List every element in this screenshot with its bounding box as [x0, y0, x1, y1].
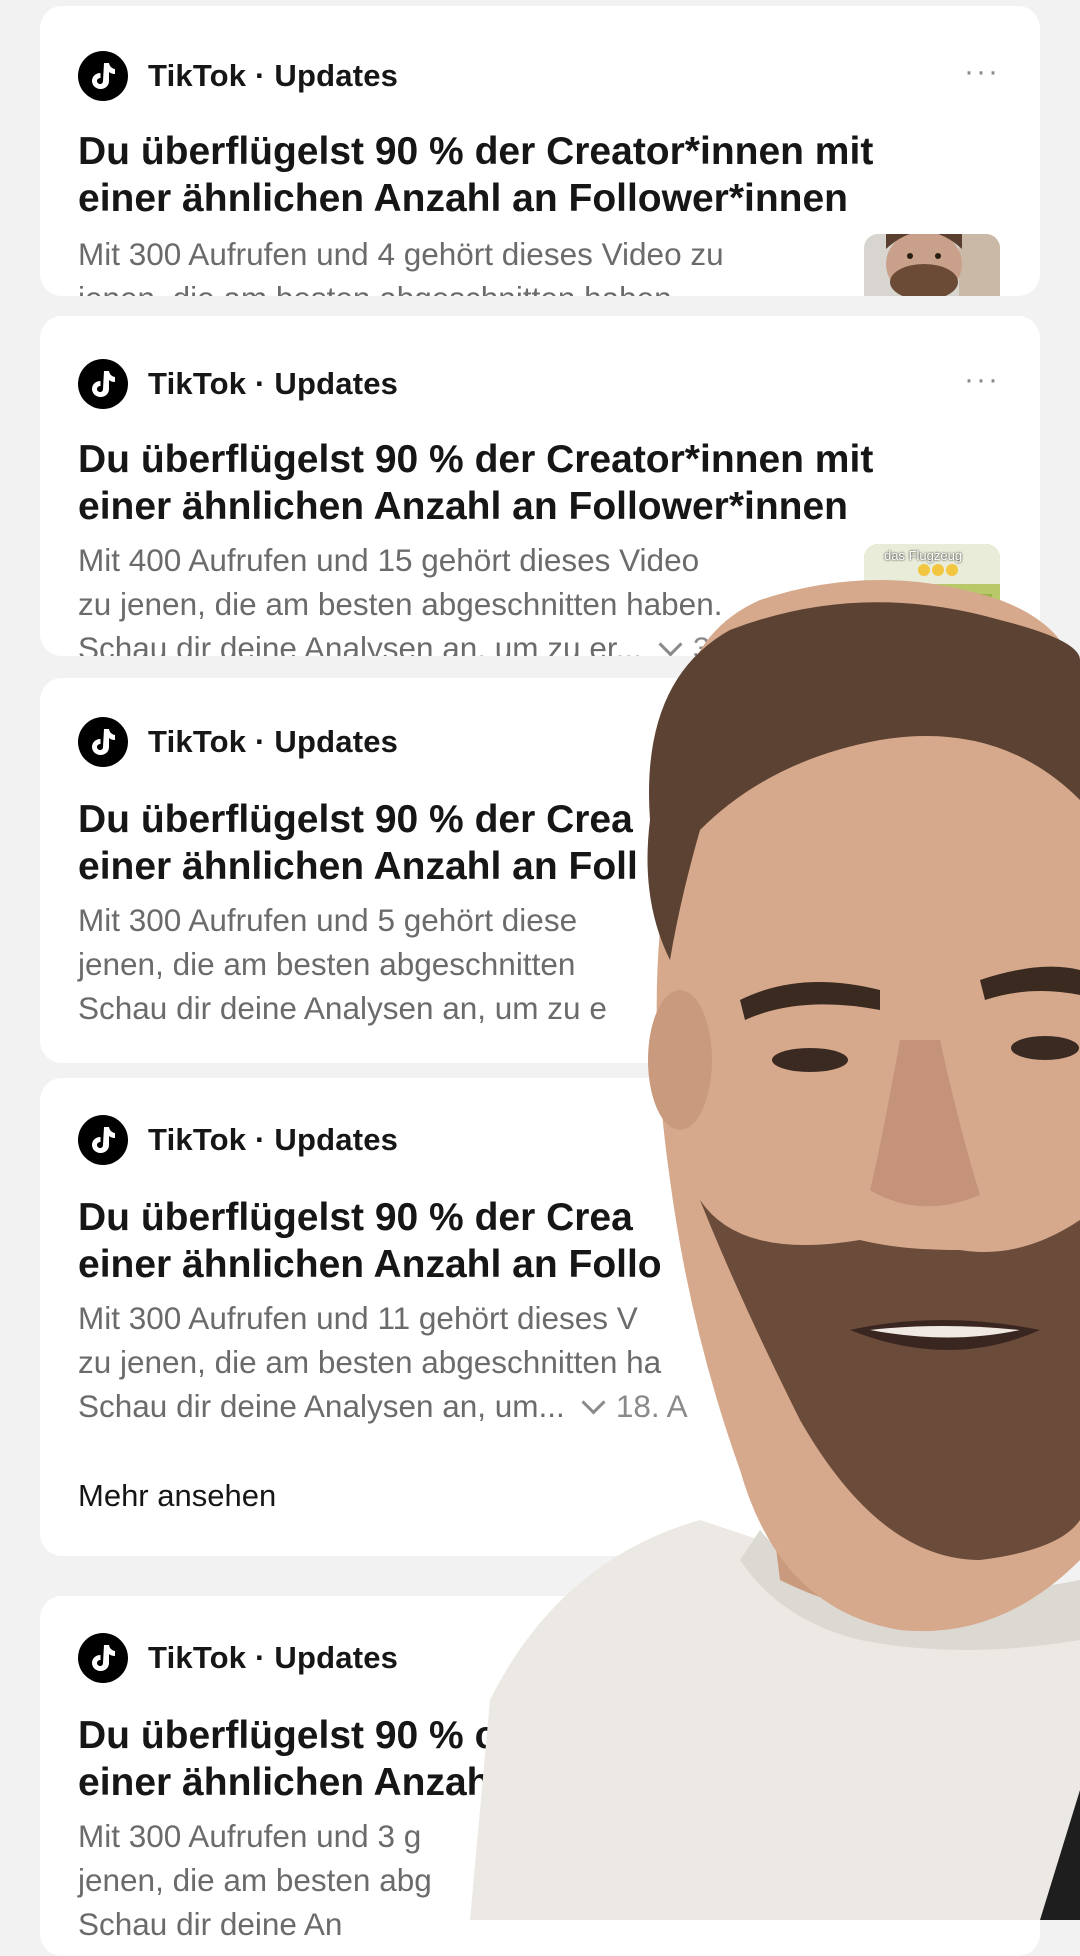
- notification-body: Mit 300 Aufrufen und 3 g jenen, die am b…: [78, 1818, 432, 1942]
- thumbnail-caption: das Flugzeug: [884, 548, 963, 563]
- tiktok-logo-icon: [78, 359, 128, 409]
- notification-body: Mit 400 Aufrufen und 15 gehört dieses Vi…: [78, 538, 848, 656]
- video-thumbnail[interactable]: [864, 234, 1000, 296]
- notification-title: Du überflügelst 90 % der Crea einer ähnl…: [78, 798, 638, 888]
- notification-title: Du überflügelst 90 % der Crea einer ähnl…: [78, 1196, 662, 1286]
- notification-title: Du überflügelst 90 % der Creator*innen m…: [78, 130, 874, 220]
- tiktok-logo-icon: [78, 717, 128, 767]
- notification-body: Mit 300 Aufrufen und 5 gehört diese jene…: [78, 902, 607, 1026]
- timestamp: 18. A: [615, 1388, 688, 1424]
- sender-name: TikTok · Updates: [148, 724, 399, 759]
- chevron-down-icon[interactable]: [658, 632, 683, 656]
- sender-name: TikTok · Updates: [148, 1122, 399, 1157]
- notification-header: TikTok · Updates: [78, 716, 398, 768]
- notification-header: TikTok · Updates: [78, 50, 398, 102]
- notification-header: TikTok · Updates: [78, 1114, 398, 1166]
- notification-title: Du überflügelst 90 % der Creator*innen m…: [78, 438, 874, 528]
- tiktok-logo-icon: [78, 51, 128, 101]
- notification-body: Mit 300 Aufrufen und 4 gehört dieses Vid…: [78, 236, 724, 296]
- sender-name: TikTok · Updates: [148, 366, 399, 401]
- tiktok-logo-icon: [78, 1115, 128, 1165]
- video-thumbnail[interactable]: das Flugzeug: [864, 544, 1000, 656]
- see-more-link[interactable]: Mehr ansehen: [78, 1478, 276, 1514]
- chevron-down-icon[interactable]: [581, 1390, 606, 1415]
- notification-card[interactable]: TikTok · Updates Du überflügelst 90 % c …: [40, 1596, 1040, 1956]
- sender-name: TikTok · Updates: [148, 1640, 399, 1675]
- notification-body: Mit 300 Aufrufen und 11 gehört dieses V …: [78, 1300, 688, 1424]
- notification-header: TikTok · Updates: [78, 358, 398, 410]
- notification-header: TikTok · Updates: [78, 1632, 398, 1684]
- notification-card[interactable]: TikTok · Updates ··· Du überflügelst 90 …: [40, 316, 1040, 656]
- more-options-icon[interactable]: ···: [964, 57, 1000, 87]
- tiktok-logo-icon: [78, 1633, 128, 1683]
- notification-card[interactable]: TikTok · Updates Du überflügelst 90 % de…: [40, 678, 1040, 1063]
- notification-card[interactable]: TikTok · Updates Du überflügelst 90 % de…: [40, 1078, 1040, 1556]
- more-options-icon[interactable]: ···: [964, 365, 1000, 395]
- timestamp: 3 T: [692, 630, 738, 656]
- notification-title: Du überflügelst 90 % c einer ähnlichen A…: [78, 1714, 497, 1804]
- sender-name: TikTok · Updates: [148, 58, 399, 93]
- notification-card[interactable]: TikTok · Updates ··· Du überflügelst 90 …: [40, 6, 1040, 296]
